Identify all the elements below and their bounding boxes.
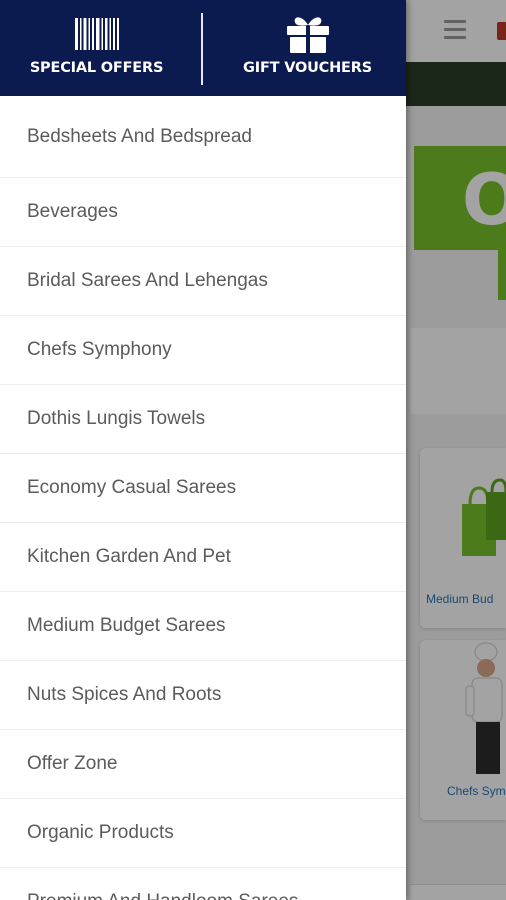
- menu-item-dothis-lungis-towels[interactable]: Dothis Lungis Towels: [0, 385, 406, 454]
- special-offers-label: SPECIAL OFFERS: [29, 60, 164, 76]
- navigation-drawer: SPECIAL OFFERS GIFT VOUCHERS Bedsheets A: [0, 0, 406, 900]
- menu-item-bedsheets-and-bedspread[interactable]: Bedsheets And Bedspread: [0, 96, 406, 178]
- app-screen: OF Medium Bud Chefs Sym: [0, 0, 506, 900]
- menu-item-chefs-symphony[interactable]: Chefs Symphony: [0, 316, 406, 385]
- gift-vouchers-label: GIFT VOUCHERS: [243, 60, 372, 76]
- menu-item-economy-casual-sarees[interactable]: Economy Casual Sarees: [0, 454, 406, 523]
- special-offers-button[interactable]: SPECIAL OFFERS: [0, 0, 203, 96]
- menu-item-bridal-sarees-and-lehengas[interactable]: Bridal Sarees And Lehengas: [0, 247, 406, 316]
- menu-item-offer-zone[interactable]: Offer Zone: [0, 730, 406, 799]
- menu-item-beverages[interactable]: Beverages: [0, 178, 406, 247]
- barcode-icon: [74, 18, 119, 50]
- drawer-header: SPECIAL OFFERS GIFT VOUCHERS: [0, 0, 406, 96]
- menu-item-medium-budget-sarees[interactable]: Medium Budget Sarees: [0, 592, 406, 661]
- menu-item-kitchen-garden-and-pet[interactable]: Kitchen Garden And Pet: [0, 523, 406, 592]
- menu-item-premium-and-handloom-sarees[interactable]: Premium And Handloom Sarees: [0, 868, 406, 900]
- gift-vouchers-button[interactable]: GIFT VOUCHERS: [203, 0, 406, 96]
- menu-item-organic-products[interactable]: Organic Products: [0, 799, 406, 868]
- category-menu: Bedsheets And Bedspread Beverages Bridal…: [0, 96, 406, 900]
- gift-icon: [286, 17, 329, 53]
- menu-item-nuts-spices-and-roots[interactable]: Nuts Spices And Roots: [0, 661, 406, 730]
